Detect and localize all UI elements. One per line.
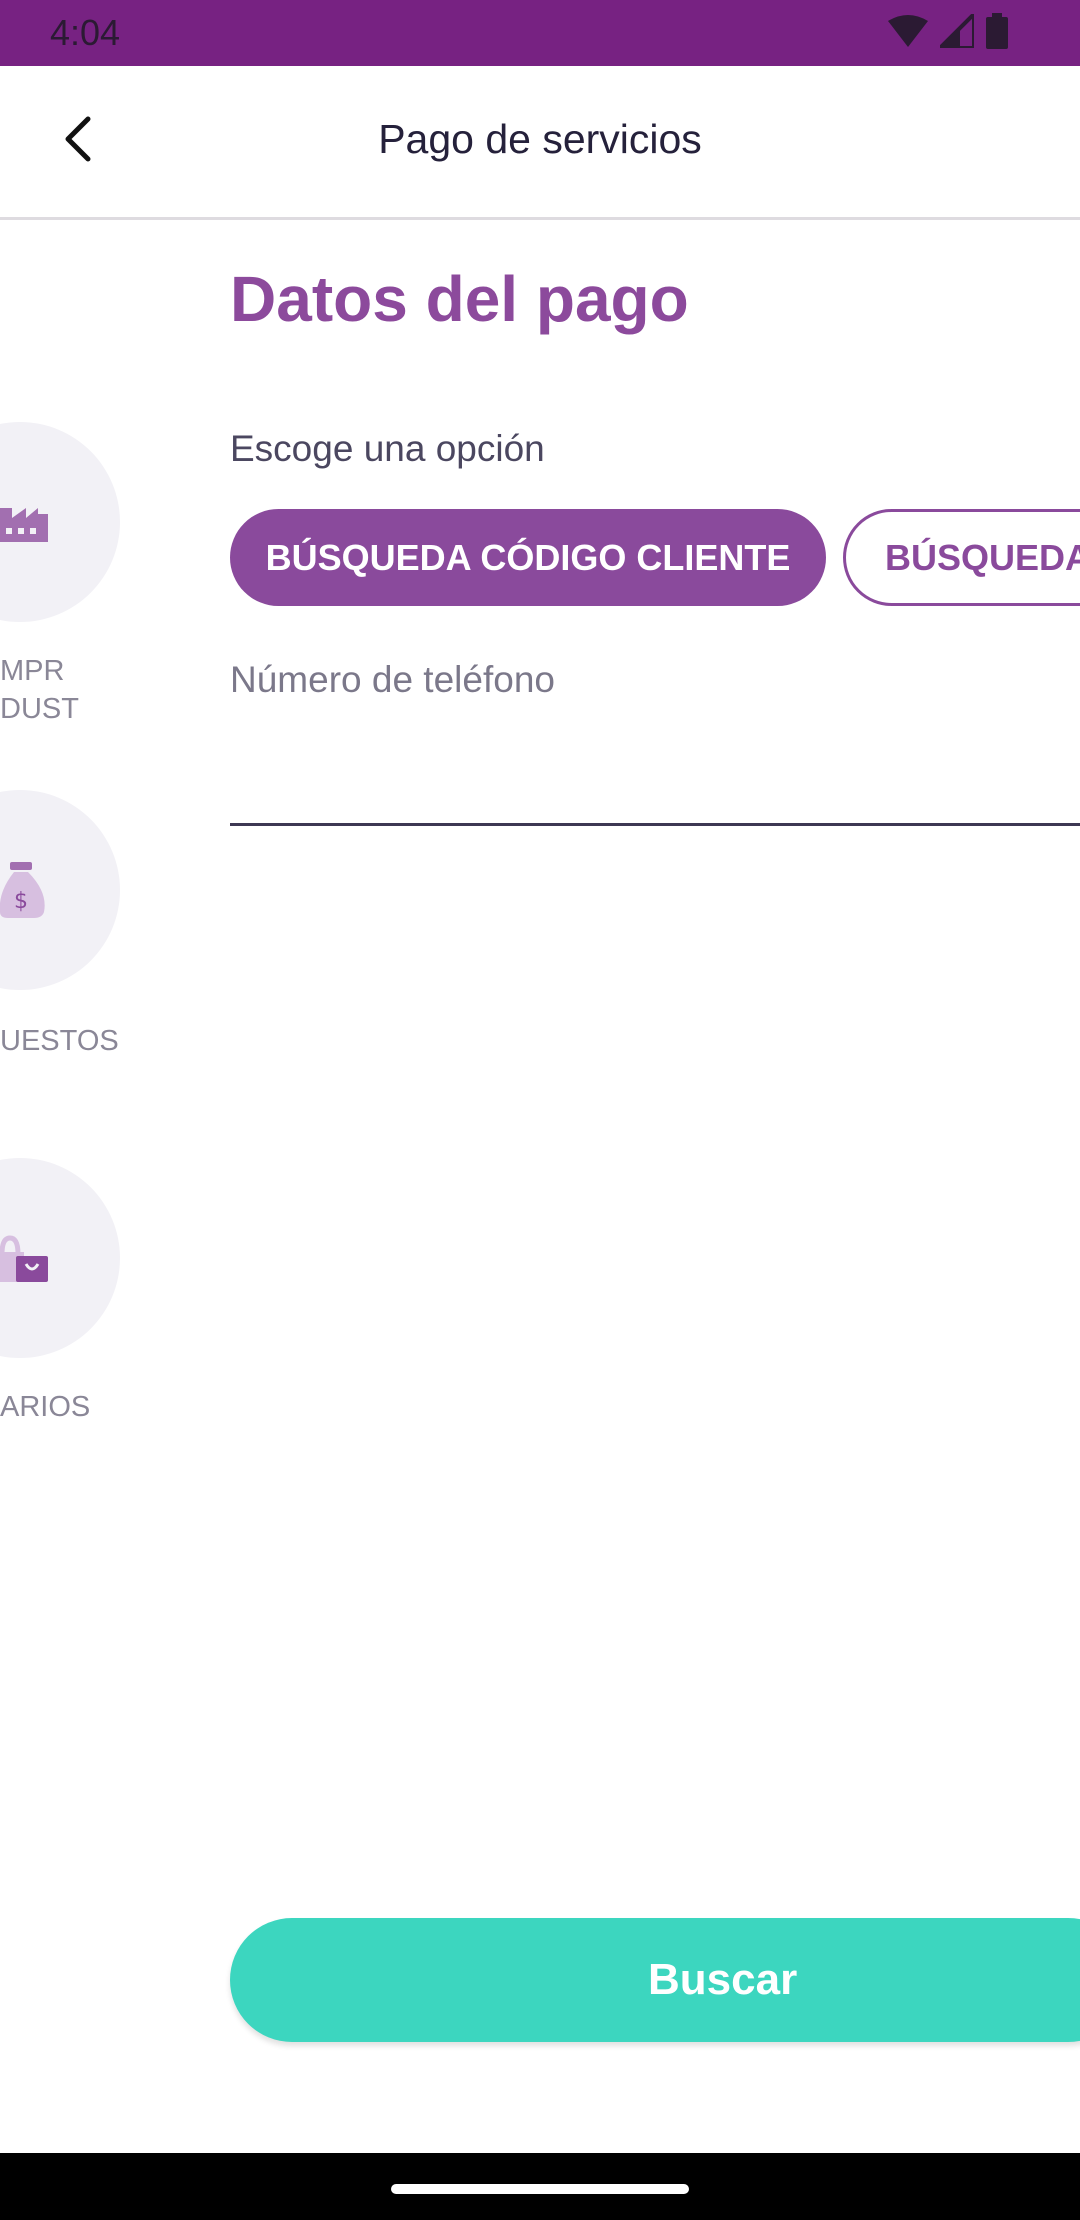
svg-text:$: $	[14, 889, 28, 914]
option-chip-search-alt[interactable]: BÚSQUEDA	[843, 509, 1080, 606]
option-chip-client-code[interactable]: BÚSQUEDA CÓDIGO CLIENTE	[230, 509, 826, 606]
category-item-various[interactable]: ARIOS	[0, 1158, 130, 1438]
wifi-icon	[888, 14, 928, 52]
search-button[interactable]: Buscar	[230, 1918, 1080, 2042]
shopping-bag-icon	[0, 1234, 50, 1289]
signal-icon	[935, 8, 976, 53]
search-button-label: Buscar	[648, 1955, 798, 2004]
form-title: Datos del pago	[230, 263, 689, 335]
category-item-companies[interactable]: MPR DUST	[0, 422, 130, 742]
category-item-taxes[interactable]: $ UESTOS	[0, 790, 130, 1070]
battery-icon	[986, 12, 1008, 54]
category-label: UESTOS	[0, 1025, 119, 1057]
status-time: 4:04	[50, 12, 121, 53]
money-bag-icon: $	[0, 862, 48, 923]
option-chip-label: BÚSQUEDA CÓDIGO CLIENTE	[265, 536, 791, 578]
status-bar: 4:04	[0, 0, 1080, 66]
app-bar: Pago de servicios	[0, 66, 1080, 220]
home-indicator[interactable]	[391, 2184, 689, 2194]
phone-field-label: Número de teléfono	[230, 659, 555, 700]
navigation-bar	[0, 2153, 1080, 2220]
status-icons	[888, 8, 1008, 54]
phone-number-input[interactable]	[230, 730, 1080, 826]
category-label: ARIOS	[0, 1391, 91, 1423]
choose-option-label: Escoge una opción	[230, 428, 545, 469]
payment-data-screen: 4:04 Pago de servicios MPR DUST $ UESTOS…	[0, 0, 1080, 2220]
category-label: MPR DUST	[0, 655, 79, 725]
page-title: Pago de servicios	[378, 116, 702, 162]
factory-icon	[0, 494, 50, 547]
option-chip-label: BÚSQUEDA	[885, 536, 1080, 578]
